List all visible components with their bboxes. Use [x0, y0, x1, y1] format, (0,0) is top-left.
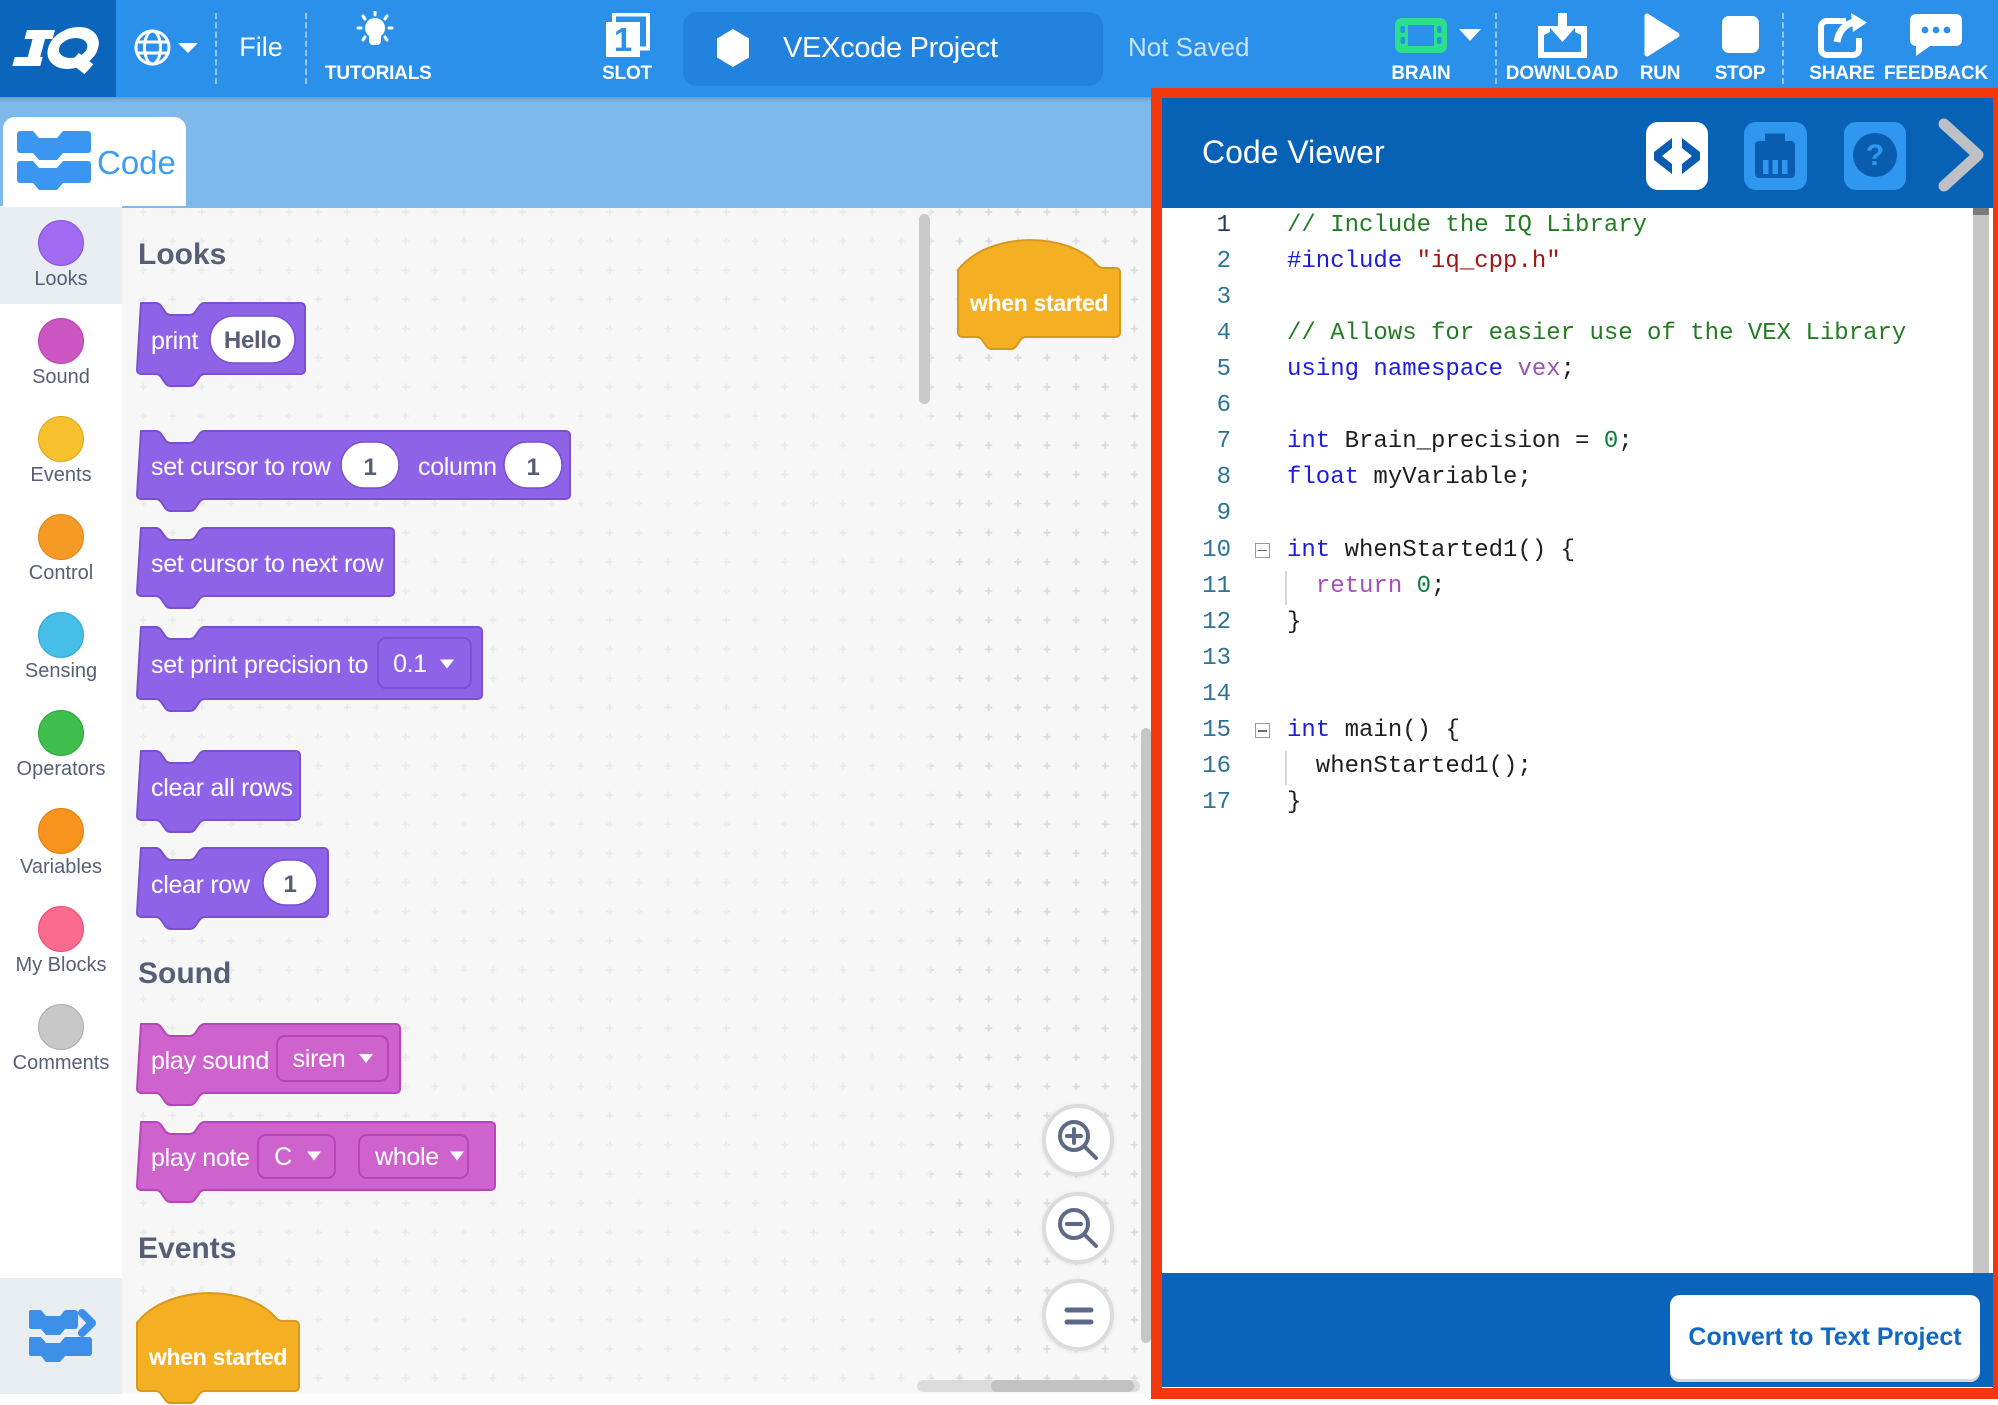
svg-text:1: 1: [526, 454, 539, 481]
svg-text:whole: whole: [374, 1143, 439, 1171]
svg-text:set cursor to row: set cursor to row: [151, 453, 332, 481]
svg-text:clear all rows: clear all rows: [151, 774, 293, 802]
svg-text:column: column: [418, 453, 497, 481]
svg-text:clear row: clear row: [151, 871, 251, 899]
svg-text:Hello: Hello: [224, 327, 281, 354]
svg-text:play sound: play sound: [151, 1047, 269, 1075]
svg-text:C: C: [274, 1143, 292, 1171]
svg-text:when started: when started: [969, 290, 1108, 316]
svg-text:print: print: [151, 327, 198, 355]
svg-text:1: 1: [614, 21, 632, 58]
svg-text:1: 1: [363, 454, 376, 481]
svg-text:when started: when started: [148, 1344, 287, 1370]
svg-text:0.1: 0.1: [393, 650, 427, 678]
svg-text:?: ?: [1866, 139, 1884, 172]
svg-text:siren: siren: [293, 1045, 346, 1073]
svg-text:play note: play note: [151, 1144, 250, 1172]
svg-text:set print precision to: set print precision to: [151, 651, 368, 679]
svg-text:set cursor to next row: set cursor to next row: [151, 550, 385, 578]
svg-text:1: 1: [283, 871, 296, 898]
